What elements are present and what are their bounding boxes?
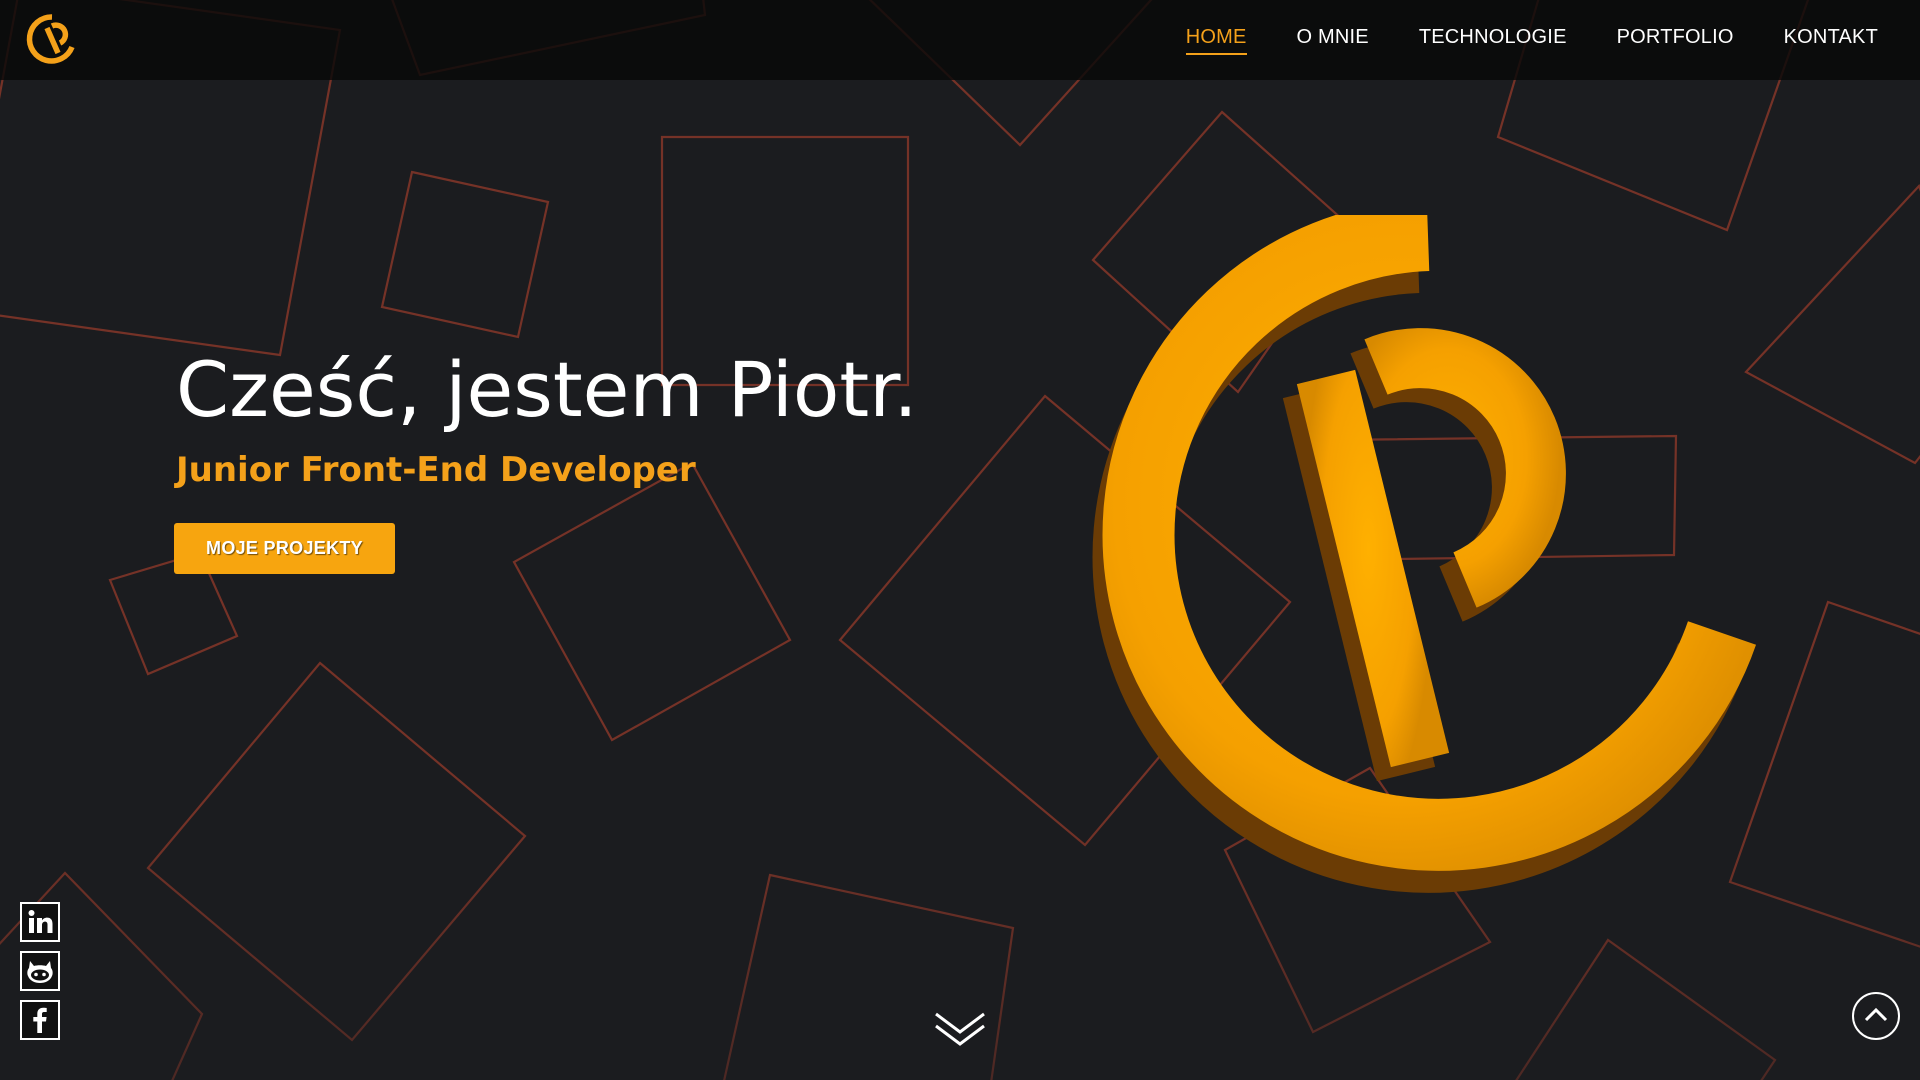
chevron-up-circle-icon — [1864, 1007, 1888, 1022]
linkedin-icon[interactable] — [20, 902, 60, 942]
nav-item-home[interactable]: HOME — [1185, 26, 1247, 55]
navbar: HOME O MNIE TECHNOLOGIE PORTFOLIO KONTAK… — [0, 0, 1920, 80]
double-chevron-down-icon[interactable] — [933, 1010, 987, 1050]
github-icon[interactable] — [20, 951, 60, 991]
cp-logo-icon[interactable] — [22, 12, 78, 68]
nav-item-technologie[interactable]: TECHNOLOGIE — [1419, 26, 1567, 55]
facebook-icon[interactable] — [20, 1000, 60, 1040]
nav-item-kontakt[interactable]: KONTAKT — [1784, 26, 1878, 55]
social-links — [20, 902, 60, 1040]
nav-item-o-mnie[interactable]: O MNIE — [1297, 26, 1369, 55]
hero-title: Cześć, jestem Piotr. — [176, 345, 918, 434]
nav-item-portfolio[interactable]: PORTFOLIO — [1617, 26, 1734, 55]
back-to-top-button[interactable] — [1852, 992, 1900, 1040]
projects-button[interactable]: MOJE PROJEKTY — [174, 523, 395, 574]
main-nav: HOME O MNIE TECHNOLOGIE PORTFOLIO KONTAK… — [1136, 0, 1878, 80]
hero-logo-icon — [1092, 215, 1756, 893]
hero-subtitle: Junior Front-End Developer — [176, 450, 696, 490]
